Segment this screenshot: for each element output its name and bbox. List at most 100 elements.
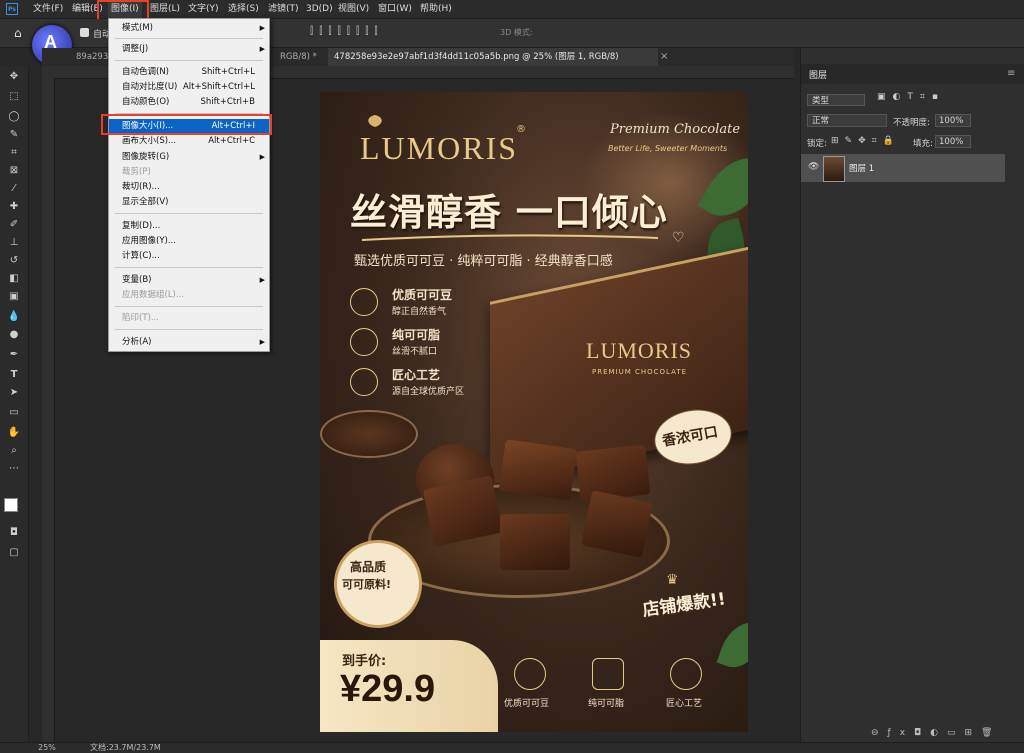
eraser-tool-icon[interactable]: ◧ [6, 272, 22, 286]
menu-item-canvas-size[interactable]: 画布大小(S)... Alt+Ctrl+C [109, 134, 269, 148]
menu-item-apply-image[interactable]: 应用图像(Y)... [109, 234, 269, 248]
fill-input[interactable]: 100% [935, 135, 971, 148]
menu-layer[interactable]: 图层(L) [150, 0, 180, 18]
menu-item-adjustments[interactable]: 调整(J) ▶ [109, 42, 269, 56]
menu-file[interactable]: 文件(F) [33, 0, 63, 18]
layer-filter-select[interactable]: 类型 [807, 94, 865, 106]
filter-label: 类型 [812, 96, 830, 106]
foreground-color-swatch[interactable] [4, 498, 18, 512]
eyedropper-tool-icon[interactable]: ⁄ [6, 182, 22, 196]
path-select-tool-icon[interactable]: ➤ [6, 386, 22, 400]
stamp-tool-icon[interactable]: ⊥ [6, 236, 22, 250]
quick-select-tool-icon[interactable]: ✎ [6, 128, 22, 142]
screen-mode-icon[interactable]: ▢ [6, 546, 22, 560]
lasso-tool-icon[interactable]: ◯ [6, 110, 22, 124]
menu-item-label: 应用数据组(L)... [122, 290, 184, 300]
bottom-label-3: 匠心工艺 [666, 699, 703, 709]
premium-title: Premium Chocolate [610, 122, 741, 137]
crop-tool-icon[interactable]: ⌗ [6, 146, 22, 160]
lock-icons[interactable]: ⊞✎✥⌗🔒 [831, 136, 900, 146]
menu-view[interactable]: 视图(V) [338, 0, 369, 18]
menu-item-label: 裁剪(P) [122, 167, 151, 177]
opacity-label: 不透明度: [893, 118, 930, 128]
layer-visibility-eye-icon[interactable]: 👁 [808, 162, 819, 172]
menu-item-analysis[interactable]: 分析(A) ▶ [109, 335, 269, 349]
menu-item-auto-color[interactable]: 自动颜色(O) Shift+Ctrl+B [109, 95, 269, 109]
menu-item-trim[interactable]: 裁切(R)... [109, 180, 269, 194]
feature-3-title: 匠心工艺 [392, 368, 441, 382]
feature-bean-icon [350, 288, 378, 316]
marquee-tool-icon[interactable]: ⬚ [6, 90, 22, 104]
document-canvas-image[interactable]: LUMORIS ® Premium Chocolate Better Life,… [320, 92, 748, 732]
hand-tool-icon[interactable]: ✋ [6, 426, 22, 440]
healing-tool-icon[interactable]: ✚ [6, 200, 22, 214]
feature-drop-icon [350, 328, 378, 356]
layer-row[interactable]: 👁 图层 1 [801, 154, 1005, 182]
submenu-arrow-icon: ▶ [259, 45, 265, 53]
menu-item-variables[interactable]: 变量(B) ▶ [109, 273, 269, 287]
bottom-bean-icon [514, 658, 546, 690]
feature-2-title: 纯可可脂 [392, 328, 441, 342]
zoom-tool-icon[interactable]: ⌕ [6, 444, 22, 458]
menu-item-image-rotation[interactable]: 图像旋转(G) ▶ [109, 150, 269, 164]
menu-window[interactable]: 窗口(W) [378, 0, 412, 18]
lock-label: 锁定: [807, 139, 827, 149]
pen-tool-icon[interactable]: ✒ [6, 348, 22, 362]
tab-layers[interactable]: 图层 [809, 68, 827, 81]
menu-bar: Ps 文件(F) 编辑(E) 图像(I) 图层(L) 文字(Y) 选择(S) 滤… [0, 0, 1024, 19]
brush-tool-icon[interactable]: ✐ [6, 218, 22, 232]
menu-3d[interactable]: 3D(D) [306, 0, 333, 18]
menu-type[interactable]: 文字(Y) [188, 0, 219, 18]
gradient-tool-icon[interactable]: ▣ [6, 290, 22, 304]
menu-select[interactable]: 选择(S) [228, 0, 259, 18]
menu-item-reveal-all[interactable]: 显示全部(V) [109, 195, 269, 209]
blur-tool-icon[interactable]: 💧 [6, 310, 22, 324]
layer-thumbnail [823, 156, 845, 182]
frame-tool-icon[interactable]: ⊠ [6, 164, 22, 178]
type-tool-icon[interactable]: T [6, 368, 22, 382]
menu-divider [115, 329, 263, 330]
menu-item-label: 计算(C)... [122, 251, 160, 261]
close-tab-icon[interactable]: × [660, 51, 668, 62]
tab-doc-2[interactable]: RGB/8) * [274, 48, 323, 66]
chocolate-piece-2 [498, 439, 578, 501]
quick-mask-icon[interactable]: ◘ [6, 526, 22, 540]
rectangle-tool-icon[interactable]: ▭ [6, 406, 22, 420]
history-brush-tool-icon[interactable]: ↺ [6, 254, 22, 268]
panel-menu-icon[interactable]: ≡ [1007, 68, 1015, 79]
menu-help[interactable]: 帮助(H) [420, 0, 452, 18]
3d-mode-label: 3D 模式: [500, 28, 533, 37]
menu-item-apply-data-set: 应用数据组(L)... [109, 288, 269, 302]
opacity-input[interactable]: 100% [935, 114, 971, 127]
more-tools-icon[interactable]: ⋯ [6, 462, 22, 476]
menu-item-auto-tone[interactable]: 自动色调(N) Shift+Ctrl+L [109, 65, 269, 79]
cocoa-bean-bowl [320, 410, 418, 458]
autoselect-checkbox[interactable] [80, 28, 89, 37]
menu-divider [115, 267, 263, 268]
align-icons[interactable]: ⫿⫿⫿⫿⫿⫿⫿⫿ [310, 26, 384, 37]
filter-icons[interactable]: ▣◐T⌗▪ [877, 92, 945, 102]
leaf-bottom-right [716, 615, 748, 675]
move-tool-icon[interactable]: ✥ [6, 70, 22, 84]
menu-item-label: 模式(M) [122, 23, 153, 33]
menu-item-duplicate[interactable]: 复制(D)... [109, 219, 269, 233]
photoshop-logo-icon: Ps [6, 3, 18, 15]
layer-name[interactable]: 图层 1 [849, 162, 874, 174]
menu-item-calculations[interactable]: 计算(C)... [109, 249, 269, 263]
menu-item-auto-contrast[interactable]: 自动对比度(U) Alt+Shift+Ctrl+L [109, 80, 269, 94]
layers-footer-icons[interactable]: ⊖ƒx◘◐▭⊞🗑 [871, 728, 1001, 738]
feature-1-title: 优质可可豆 [392, 288, 453, 302]
menu-item-mode[interactable]: 模式(M) ▶ [109, 21, 269, 35]
menu-filter[interactable]: 滤镜(T) [268, 0, 299, 18]
bottom-label-1: 优质可可豆 [504, 699, 550, 709]
dodge-tool-icon[interactable]: ● [6, 328, 22, 342]
feature-1-desc: 醇正自然香气 [392, 307, 447, 317]
premium-subtitle: Better Life, Sweeter Moments [608, 144, 728, 153]
menu-item-label: 裁切(R)... [122, 182, 160, 192]
menu-item-label: 陷印(T)... [122, 313, 159, 323]
submenu-arrow-icon: ▶ [259, 276, 265, 284]
tab-doc-active[interactable]: 478258e93e2e97abf1d3f4dd11c05a5b.png @ 2… [328, 48, 658, 66]
blend-mode-select[interactable]: 正常 [807, 114, 887, 127]
menu-divider [115, 38, 263, 39]
home-icon[interactable]: ⌂ [14, 26, 22, 40]
